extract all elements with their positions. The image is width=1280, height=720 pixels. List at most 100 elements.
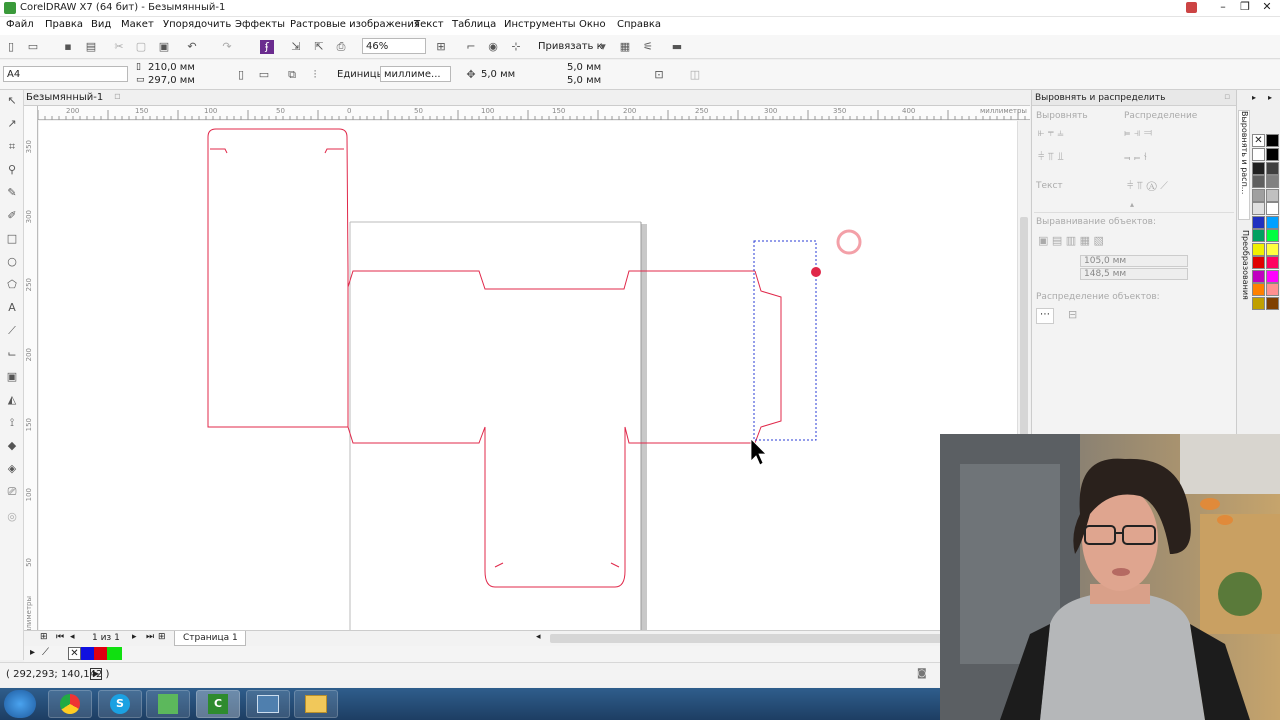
palette-swatch[interactable] bbox=[1252, 215, 1265, 229]
dieline-drawing[interactable] bbox=[39, 121, 1017, 630]
close-button[interactable]: ✕ bbox=[1258, 0, 1276, 15]
minimize-button[interactable]: – bbox=[1214, 0, 1232, 15]
palette-swatch[interactable] bbox=[1252, 269, 1265, 283]
palette-scroll-up-icon[interactable]: ▸ bbox=[1252, 93, 1256, 102]
snap-to-menu[interactable]: Привязать к bbox=[538, 41, 603, 52]
align-objects-icons[interactable]: ▣ ▤ ▥ ▦ ▧ bbox=[1038, 234, 1104, 247]
palette-swatch[interactable] bbox=[1266, 148, 1279, 161]
units-select[interactable]: миллиме... bbox=[380, 66, 451, 82]
menu-table[interactable]: Таблица bbox=[452, 19, 496, 30]
polygon-tool-icon[interactable]: ⬠ bbox=[5, 278, 19, 292]
grid-icon[interactable]: ⊹ bbox=[509, 40, 523, 54]
transparency-icon[interactable]: ◭ bbox=[5, 393, 19, 407]
menu-window[interactable]: Окно bbox=[579, 19, 606, 30]
page-height-field[interactable]: 297,0 мм bbox=[148, 75, 195, 86]
palette-menu-icon[interactable]: ▸ bbox=[1268, 93, 1272, 102]
palette-swatch[interactable] bbox=[1252, 229, 1265, 242]
palette-swatch[interactable] bbox=[1252, 175, 1265, 188]
coreldraw-icon[interactable]: C bbox=[196, 690, 240, 718]
app-launcher-icon[interactable]: ⚟ bbox=[641, 40, 655, 54]
menu-effects[interactable]: Эффекты bbox=[235, 19, 285, 30]
menu-view[interactable]: Вид bbox=[91, 19, 111, 30]
artistic-media-icon[interactable]: ✐ bbox=[5, 209, 19, 223]
treat-as-filled-icon[interactable]: ⊡ bbox=[652, 68, 666, 82]
distribute-spacing-icon[interactable]: ⊟ bbox=[1068, 308, 1077, 321]
skype-icon[interactable]: S bbox=[98, 690, 142, 718]
welcome-screen-icon[interactable]: ▬ bbox=[670, 40, 684, 54]
palette-swatch[interactable] bbox=[1252, 296, 1265, 310]
palette-swatch[interactable] bbox=[1252, 161, 1265, 175]
no-fill-swatch[interactable]: ✕ bbox=[1252, 134, 1265, 147]
zoom-level-select[interactable]: 46% bbox=[362, 38, 426, 54]
palette-swatch[interactable] bbox=[1266, 215, 1279, 229]
distribute-extent-icon[interactable]: ⋯ bbox=[1036, 308, 1054, 324]
palette-swatch[interactable] bbox=[1266, 175, 1279, 188]
menu-arrange[interactable]: Упорядочить bbox=[163, 19, 231, 30]
align-left-icon[interactable]: ⫦ ⫧ ⫨ bbox=[1038, 126, 1064, 140]
no-color-swatch[interactable]: ✕ bbox=[68, 647, 81, 660]
current-page-icon[interactable]: ⫶ bbox=[308, 68, 322, 82]
palette-swatch[interactable] bbox=[1252, 283, 1265, 296]
text-tool-icon[interactable]: A bbox=[5, 301, 19, 315]
page-tab[interactable]: Страница 1 bbox=[174, 631, 246, 646]
first-page-icon[interactable]: ⏮ bbox=[56, 632, 64, 642]
next-page-icon[interactable]: ▸ bbox=[132, 632, 137, 642]
freehand-tool-icon[interactable]: ✎ bbox=[5, 186, 19, 200]
rulers-icon[interactable]: ⌐ bbox=[464, 40, 478, 54]
cut-icon[interactable]: ✂ bbox=[112, 40, 126, 54]
photo-icon[interactable] bbox=[246, 690, 290, 718]
outline-pen-icon[interactable]: ⎚ bbox=[5, 485, 19, 499]
play-icon[interactable]: ▶ bbox=[90, 668, 102, 680]
duplicate-x-field[interactable]: 5,0 мм bbox=[567, 62, 601, 73]
eyedropper-icon[interactable]: ⟋ bbox=[42, 647, 49, 658]
chrome-icon[interactable] bbox=[48, 690, 92, 718]
shape-tool-icon[interactable]: ↗ bbox=[5, 117, 19, 131]
portrait-icon[interactable]: ▯ bbox=[234, 68, 248, 82]
page-width-field[interactable]: 210,0 мм bbox=[148, 62, 195, 73]
palette-swatch[interactable] bbox=[1252, 242, 1265, 256]
tab-transformations[interactable]: Преобразования bbox=[1238, 230, 1250, 320]
search-content-icon[interactable]: ʄ bbox=[260, 40, 274, 54]
palette-expand-icon[interactable]: ▸ bbox=[30, 647, 35, 658]
restore-button[interactable]: ❐ bbox=[1236, 0, 1254, 15]
ellipse-tool-icon[interactable]: ○ bbox=[5, 255, 19, 269]
pick-tool-icon[interactable]: ↖ bbox=[5, 94, 19, 108]
parallel-dimension-icon[interactable]: ⟋ bbox=[5, 324, 19, 338]
menu-edit[interactable]: Правка bbox=[45, 19, 83, 30]
palette-swatch[interactable] bbox=[1252, 202, 1265, 215]
vertical-ruler[interactable]: 350 300 250 200 150 100 50 миллиметры bbox=[24, 106, 38, 643]
rectangle-tool-icon[interactable]: □ bbox=[5, 232, 19, 246]
crop-tool-icon[interactable]: ⌗ bbox=[5, 140, 19, 154]
red-swatch[interactable] bbox=[94, 647, 107, 660]
document-tab[interactable]: Безымянный-1 bbox=[26, 92, 103, 103]
docker-close-icon[interactable]: ▫ bbox=[1224, 92, 1230, 102]
palette-swatch[interactable] bbox=[1266, 242, 1279, 256]
eyedropper-icon[interactable]: ⟟ bbox=[5, 416, 19, 430]
tab-align-distribute[interactable]: Выровнять и расп... bbox=[1238, 110, 1250, 220]
corel-connect-icon[interactable] bbox=[146, 690, 190, 718]
all-pages-icon[interactable]: ⧉ bbox=[285, 68, 299, 82]
palette-swatch[interactable] bbox=[1266, 283, 1279, 296]
duplicate-y-field[interactable]: 5,0 мм bbox=[567, 75, 601, 86]
scroll-left-icon[interactable]: ◂ bbox=[536, 632, 541, 642]
chevron-down-icon[interactable]: ▾ bbox=[596, 40, 610, 54]
publish-pdf-icon[interactable]: ⎙ bbox=[334, 40, 348, 54]
menu-bitmaps[interactable]: Растровые изображения bbox=[290, 19, 420, 30]
copy-icon[interactable]: ▢ bbox=[134, 40, 148, 54]
options-icon[interactable]: ▦ bbox=[618, 40, 632, 54]
drawing-canvas[interactable] bbox=[39, 121, 1017, 630]
green-swatch[interactable] bbox=[107, 647, 122, 660]
interactive-fill-icon[interactable]: ◆ bbox=[5, 439, 19, 453]
palette-swatch[interactable] bbox=[1252, 148, 1265, 161]
palette-swatch[interactable] bbox=[1252, 256, 1265, 269]
quick-customize-icon[interactable]: ◫ bbox=[688, 68, 702, 82]
close-tab-icon[interactable]: ▫ bbox=[114, 91, 121, 102]
landscape-icon[interactable]: ▭ bbox=[257, 68, 271, 82]
paste-icon[interactable]: ▣ bbox=[157, 40, 171, 54]
zoom-fit-icon[interactable]: ⊞ bbox=[434, 40, 448, 54]
palette-swatch[interactable] bbox=[1266, 296, 1279, 310]
add-page-icon[interactable]: ⊞ bbox=[40, 632, 48, 642]
y-position-field[interactable]: 148,5 мм bbox=[1080, 268, 1188, 280]
start-button[interactable] bbox=[4, 690, 36, 718]
palette-swatch[interactable] bbox=[1252, 188, 1265, 202]
